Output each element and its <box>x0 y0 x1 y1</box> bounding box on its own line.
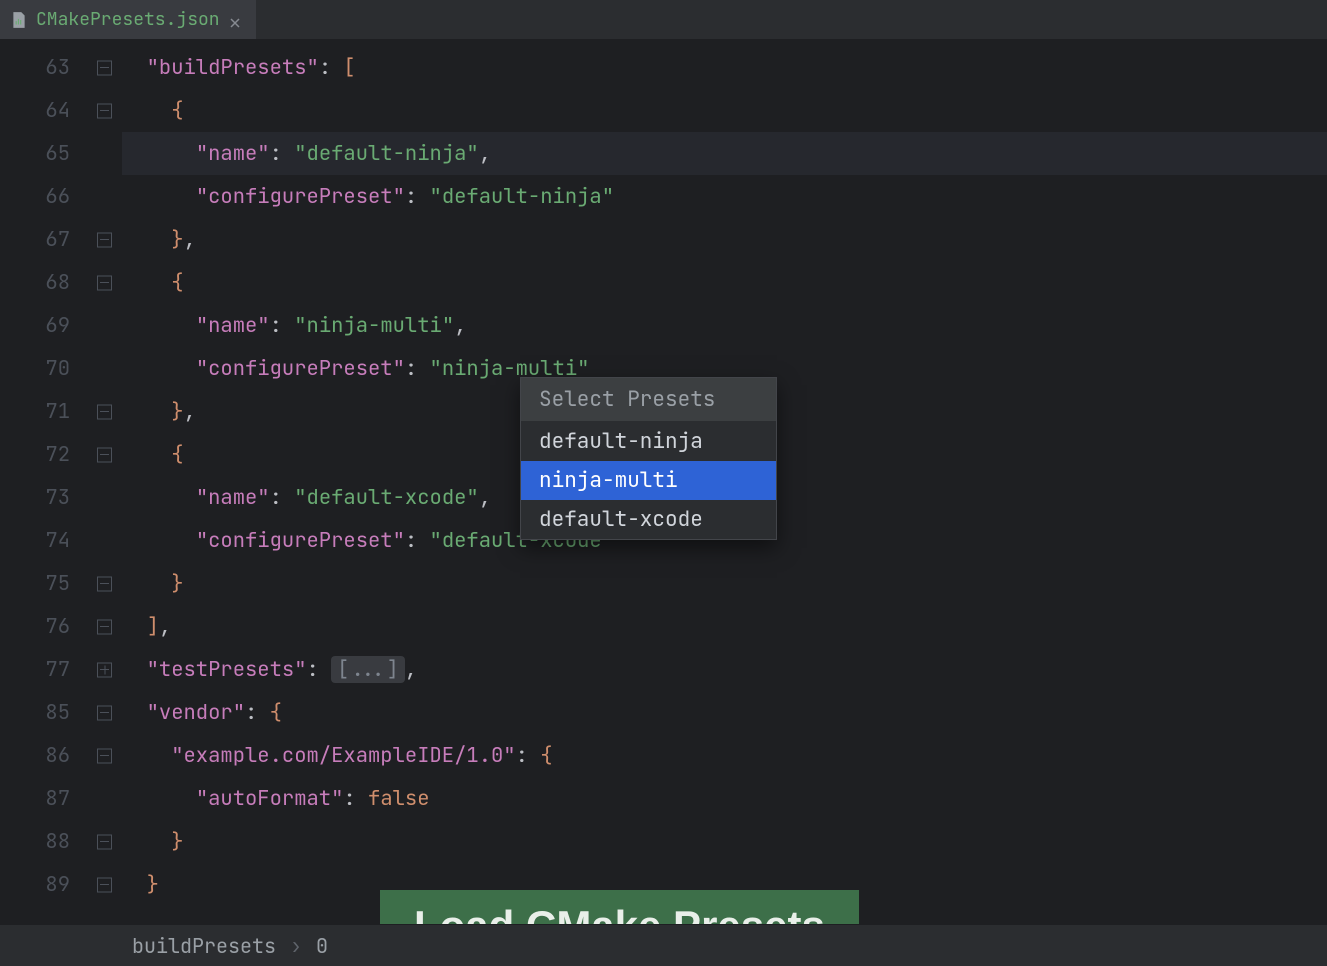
code-line[interactable]: "autoFormat": false <box>122 777 1327 820</box>
breadcrumb-bar: buildPresets › 0 <box>0 924 1327 966</box>
line-number: 85 <box>0 691 94 734</box>
code-line[interactable]: "vendor": { <box>122 691 1327 734</box>
line-number: 77 <box>0 648 94 691</box>
code-line[interactable]: "name": "default-ninja", <box>122 132 1327 175</box>
select-presets-popup: Select Presets default-ninjaninja-multid… <box>520 377 777 540</box>
line-number: 87 <box>0 777 94 820</box>
line-number: 66 <box>0 175 94 218</box>
line-number: 71 <box>0 390 94 433</box>
line-number: 76 <box>0 605 94 648</box>
code-line[interactable]: ], <box>122 605 1327 648</box>
code-line[interactable]: { <box>122 261 1327 304</box>
code-line[interactable]: } <box>122 820 1327 863</box>
code-line[interactable]: "configurePreset": "default-ninja" <box>122 175 1327 218</box>
json-file-icon <box>10 11 28 29</box>
line-number-gutter: 6364656667686970717273747576778586878889 <box>0 40 94 924</box>
line-number: 70 <box>0 347 94 390</box>
line-number: 86 <box>0 734 94 777</box>
preset-option[interactable]: ninja-multi <box>521 461 776 500</box>
code-line[interactable]: "example.com/ExampleIDE/1.0": { <box>122 734 1327 777</box>
line-number: 88 <box>0 820 94 863</box>
line-number: 69 <box>0 304 94 347</box>
tab-filename: CMakePresets.json <box>36 8 220 31</box>
line-number: 89 <box>0 863 94 906</box>
line-number: 63 <box>0 46 94 89</box>
preset-option[interactable]: default-ninja <box>521 422 776 461</box>
code-line[interactable]: "buildPresets": [ <box>122 46 1327 89</box>
line-number: 68 <box>0 261 94 304</box>
close-icon[interactable] <box>228 13 242 27</box>
breadcrumb-path[interactable]: buildPresets <box>132 933 276 959</box>
line-number: 75 <box>0 562 94 605</box>
editor-tab[interactable]: CMakePresets.json <box>0 0 257 39</box>
line-number: 64 <box>0 89 94 132</box>
code-line[interactable]: }, <box>122 218 1327 261</box>
breadcrumb-index[interactable]: 0 <box>316 933 328 959</box>
folded-region[interactable]: [...] <box>331 656 405 683</box>
line-number: 67 <box>0 218 94 261</box>
line-number: 74 <box>0 519 94 562</box>
code-line[interactable]: "testPresets": [...], <box>122 648 1327 691</box>
preset-option[interactable]: default-xcode <box>521 500 776 539</box>
line-number: 65 <box>0 132 94 175</box>
chevron-right-icon: › <box>290 933 302 959</box>
line-number: 72 <box>0 433 94 476</box>
editor-tab-bar: CMakePresets.json <box>0 0 1327 40</box>
code-line[interactable]: } <box>122 562 1327 605</box>
line-number: 73 <box>0 476 94 519</box>
code-line[interactable]: "name": "ninja-multi", <box>122 304 1327 347</box>
popup-title: Select Presets <box>521 378 776 422</box>
code-line[interactable]: { <box>122 89 1327 132</box>
